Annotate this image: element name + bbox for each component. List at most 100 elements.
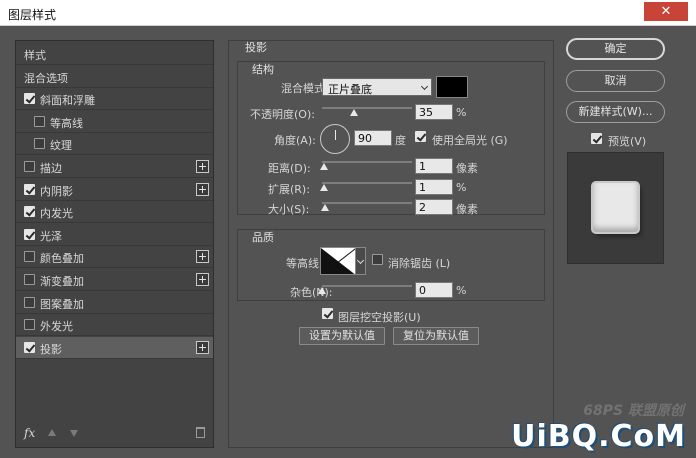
style-item[interactable]: 内阴影 [16,179,213,201]
style-item[interactable]: 混合选项 [16,66,213,88]
slider-track [322,107,412,109]
slider-thumb[interactable] [321,204,329,211]
move-down-icon[interactable] [70,430,78,437]
style-item-label: 渐变叠加 [40,275,84,288]
add-effect-icon[interactable] [196,182,209,196]
angle-dial[interactable] [320,124,350,154]
slider-track [322,161,412,163]
opacity-label: 不透明度(O): [250,108,315,121]
move-up-icon[interactable] [48,429,56,436]
style-item[interactable]: 外发光 [16,314,213,337]
slider-thumb[interactable] [320,184,328,191]
distance-label: 距离(D): [268,162,311,175]
style-item[interactable]: 等高线 [16,111,213,133]
fx-menu-button[interactable]: fx [24,426,35,440]
noise-unit: % [456,284,467,297]
make-default-button[interactable]: 设置为默认值 [299,327,385,345]
ok-button[interactable]: 确定 [566,38,665,60]
cancel-button[interactable]: 取消 [566,70,665,92]
slider-thumb[interactable] [349,109,358,116]
style-item-checkbox[interactable] [24,274,35,285]
blend-mode-select[interactable]: 正片叠底 [322,78,432,96]
style-item-label: 斜面和浮雕 [40,94,95,108]
style-item-checkbox[interactable] [34,138,45,150]
section-title: 投影 [245,41,267,54]
style-item-checkbox[interactable] [24,183,35,195]
style-item-label: 等高线 [50,116,83,130]
preview-checkbox[interactable] [591,133,602,144]
style-item-checkbox[interactable] [24,251,35,263]
size-slider[interactable] [321,201,412,211]
slider-thumb[interactable] [320,163,328,170]
distance-input[interactable]: 1 [415,158,453,174]
add-effect-icon[interactable] [196,160,209,173]
reset-default-button[interactable]: 复位为默认值 [393,327,479,345]
angle-unit: 度 [395,134,406,147]
contour-preview[interactable] [320,247,356,275]
style-item-label: 光泽 [40,229,62,243]
style-item-label: 内阴影 [40,184,73,198]
style-item-label: 颜色叠加 [40,252,84,266]
slider-track [322,202,412,204]
shadow-color-swatch[interactable] [436,76,468,98]
style-item[interactable]: 内发光 [16,201,213,224]
angle-needle [335,130,336,140]
style-item[interactable]: 斜面和浮雕 [16,88,213,111]
size-input[interactable]: 2 [415,199,453,215]
knockout-checkbox[interactable] [322,308,333,319]
style-item-checkbox[interactable] [34,115,45,127]
slider-thumb[interactable] [318,287,326,294]
angle-label: 角度(A): [274,134,316,147]
blend-mode-value: 正片叠底 [328,83,372,96]
style-item-checkbox[interactable] [24,228,35,240]
noise-input[interactable]: 0 [415,282,453,298]
watermark-top: 68PS 联盟原创 [583,403,684,419]
style-item-checkbox[interactable] [24,206,35,218]
style-item-checkbox[interactable] [24,341,35,353]
style-item[interactable]: 纹理 [16,133,213,156]
trash-icon[interactable] [196,427,205,438]
size-unit: 像素 [456,203,478,216]
antialias-checkbox[interactable] [372,254,383,265]
slider-track [322,182,412,184]
knockout-label: 图层挖空投影(U) [338,311,421,324]
style-item-checkbox[interactable] [24,161,35,172]
style-item-checkbox[interactable] [24,319,35,331]
chevron-down-icon [420,82,429,91]
structure-title: 结构 [252,63,274,76]
structure-group: 结构 混合模式: 正片叠底 不透明度(O): 35 % 角度(A): 90 度 … [237,61,545,216]
spread-input[interactable]: 1 [415,179,453,195]
contour-dropdown[interactable] [356,247,366,275]
add-effect-icon[interactable] [196,250,209,264]
angle-input[interactable]: 90 [354,130,392,146]
add-effect-icon[interactable] [196,340,209,354]
watermark-logo: UiBQ.CoM [511,419,686,454]
opacity-input[interactable]: 35 [415,104,453,120]
opacity-unit: % [456,106,467,119]
style-item[interactable]: 图案叠加 [16,292,213,314]
noise-slider[interactable] [318,284,412,294]
style-item[interactable]: 投影 [16,336,213,359]
slider-track [322,285,412,287]
style-item-label: 描边 [40,162,62,175]
add-effect-icon[interactable] [196,273,209,286]
global-light-label: 使用全局光 (G) [432,134,508,147]
spread-slider[interactable] [320,181,412,191]
style-item-checkbox[interactable] [24,93,35,105]
preview-label: 预览(V) [608,135,647,148]
style-item[interactable]: 光泽 [16,224,213,246]
distance-unit: 像素 [456,162,478,175]
distance-slider[interactable] [320,160,412,170]
styles-list-panel: 样式 混合选项斜面和浮雕等高线纹理描边内阴影内发光光泽颜色叠加渐变叠加图案叠加 外发… [15,40,214,448]
preview-thumbnail [593,183,638,232]
new-style-button[interactable]: 新建样式(W)... [566,101,665,123]
style-item[interactable]: 样式 [16,43,213,65]
quality-group: 品质 等高线: 消除锯齿 (L) 杂色(N): 0 % [237,229,545,301]
opacity-slider[interactable] [322,106,412,116]
global-light-checkbox[interactable] [415,131,426,142]
style-item[interactable]: 描边 [16,156,213,178]
close-button[interactable]: ✕ [644,2,688,21]
style-item-checkbox[interactable] [24,296,35,308]
style-item[interactable]: 渐变叠加 [16,269,213,291]
style-item[interactable]: 颜色叠加 [16,246,213,269]
